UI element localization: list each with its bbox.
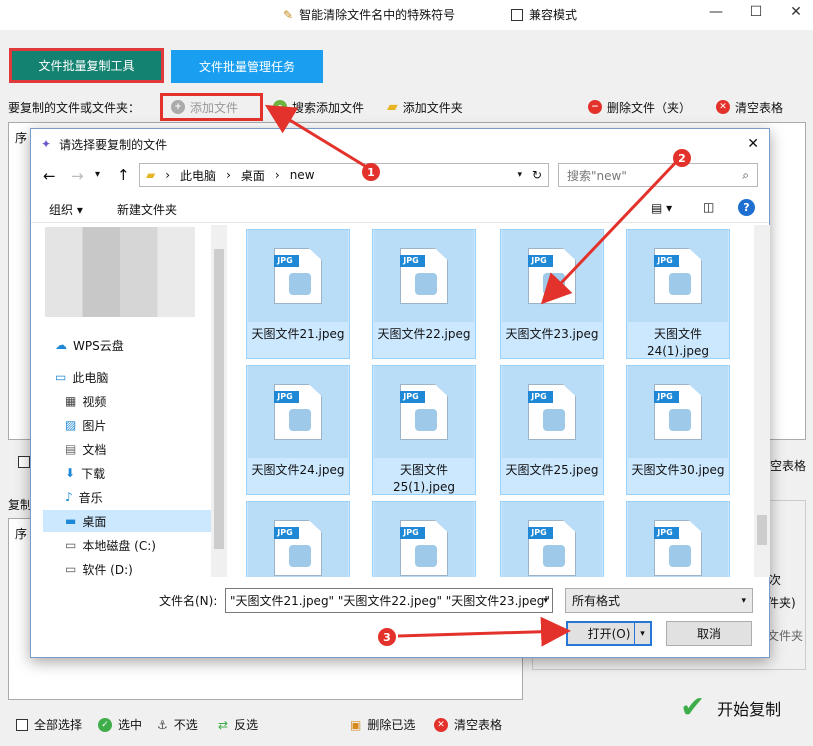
annotation-2: 2 [673,149,691,167]
annotation-arrows [264,104,680,647]
arrow-3 [397,616,571,647]
annotation-1: 1 [362,163,380,181]
annotation-3: 3 [378,628,396,646]
arrow-1 [264,104,366,168]
arrow-2 [540,158,680,305]
